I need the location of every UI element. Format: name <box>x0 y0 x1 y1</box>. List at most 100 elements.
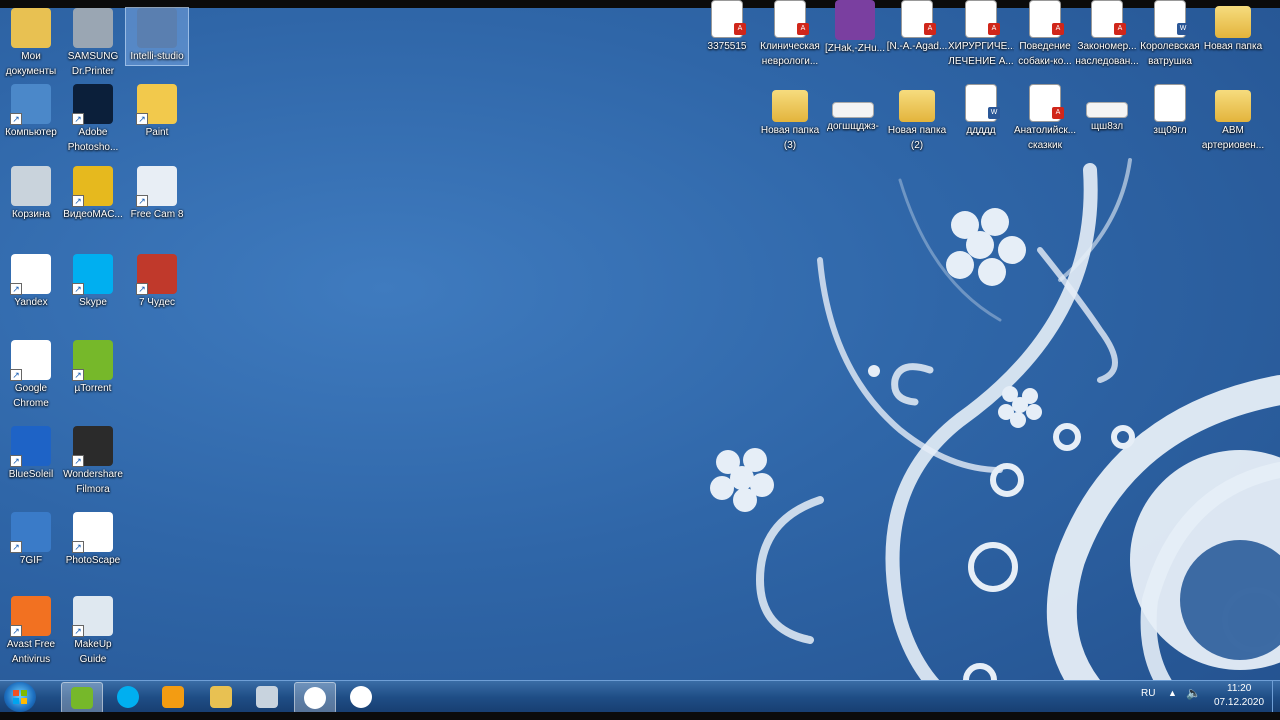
desktop-icon-label: Королевская <box>1140 41 1200 52</box>
chrome-taskbar-icon <box>350 686 372 708</box>
desktop-file-icon[interactable]: Новая папка (3) <box>757 84 823 152</box>
taskbar-button[interactable] <box>294 682 336 714</box>
desktop-icon[interactable]: ↗ 7GIF <box>0 512 62 569</box>
show-desktop-button[interactable] <box>1272 681 1280 713</box>
desktop-file-icon[interactable]: A Поведение собаки-ко... <box>1012 0 1078 68</box>
shortcut-arrow-icon: ↗ <box>10 283 22 295</box>
desktop-icon-label: Анатолийск... <box>1013 125 1077 136</box>
photoscape-icon: ↗ <box>72 512 113 553</box>
desktop-file-icon[interactable]: A Клиническая неврологи... <box>757 0 823 68</box>
desktop-icon-label-line2: Guide <box>79 654 107 665</box>
taskbar-button[interactable] <box>153 682 193 712</box>
desktop-file-icon[interactable]: A Анатолийск... сказкик <box>1012 84 1078 152</box>
desktop-icon-label: Intelli-studio <box>130 51 184 62</box>
bluetooth-icon: ↗ <box>10 426 51 467</box>
pdf-badge-icon: A <box>988 23 1000 35</box>
desktop-icon[interactable]: Корзина <box>0 166 62 223</box>
explorer-taskbar-icon <box>210 686 232 708</box>
shortcut-arrow-icon: ↗ <box>136 283 148 295</box>
desktop-icon-label: ддддд <box>966 125 996 136</box>
desktop-icon-label: Закономер... <box>1077 41 1137 52</box>
desktop-file-icon[interactable]: A Закономер... наследован... <box>1074 0 1140 68</box>
desktop-file-icon[interactable]: Новая папка (2) <box>884 84 950 152</box>
clock-date[interactable]: 07.12.2020 <box>1214 697 1264 708</box>
desktop-icon[interactable]: Intelli-studio <box>125 7 189 66</box>
desktop-icon[interactable]: ↗ Skype <box>62 254 124 311</box>
desktop-icon[interactable]: ↗ MakeUp Guide <box>62 596 124 666</box>
desktop-icon-label: ВидеоМАС... <box>63 209 123 220</box>
desktop-icon[interactable]: ↗ 7 Чудес <box>126 254 188 311</box>
desktop-icon[interactable]: ↗ Paint <box>126 84 188 141</box>
desktop-file-icon[interactable]: щш8зл <box>1074 84 1140 135</box>
desktop-icon-label: Корзина <box>11 209 51 220</box>
desktop-icon[interactable]: ↗ PhotoScape <box>62 512 124 569</box>
desktop-icon-label: Новая папка <box>1203 41 1263 52</box>
desktop-file-icon[interactable]: W Королевская ватрушка <box>1137 0 1203 68</box>
desktop-file-icon[interactable]: Новая папка <box>1200 0 1266 55</box>
desktop-icon[interactable]: ↗ Adobe Photosho... <box>62 84 124 154</box>
desktop-icon-label: зщ09гл <box>1153 125 1187 136</box>
keyboard-taskbar-icon <box>256 686 278 708</box>
paint-icon: ↗ <box>136 84 177 125</box>
clock-time[interactable]: 11:20 <box>1227 683 1251 694</box>
skype-icon: ↗ <box>72 254 113 295</box>
desktop-icon[interactable]: ↗ µTorrent <box>62 340 124 397</box>
desktop-icon[interactable]: ↗ ВидеоМАС... <box>62 166 124 223</box>
language-indicator[interactable]: RU <box>1141 688 1155 699</box>
desktop-icon-label-line2: ЛЕЧЕНИЕ А... <box>948 56 1014 67</box>
desktop-icon-label: ХИРУРГИЧЕ... <box>948 41 1014 52</box>
desktop-file-icon[interactable]: A [N.-A.-Agad... <box>884 0 950 55</box>
desktop-icon-label: 3375515 <box>707 41 747 52</box>
pdf-document-icon: A <box>1029 84 1064 122</box>
desktop-icon[interactable]: ↗ Yandex <box>0 254 62 311</box>
shortcut-arrow-icon: ↗ <box>72 195 84 207</box>
desktop-icon-label: Новая папка <box>887 125 947 136</box>
desktop-file-icon[interactable]: зщ09гл <box>1137 84 1203 139</box>
shortcut-arrow-icon: ↗ <box>10 369 22 381</box>
yandex-taskbar-icon <box>304 687 326 709</box>
desktop-icon[interactable]: ↗ Компьютер <box>0 84 62 141</box>
desktop-icon[interactable]: ↗ Avast Free Antivirus <box>0 596 62 666</box>
desktop-file-icon[interactable]: Wддддд <box>948 84 1014 139</box>
start-button[interactable] <box>4 682 36 712</box>
taskbar-button[interactable] <box>341 682 381 712</box>
desktop-icon-label-line2: ватрушка <box>1148 56 1192 67</box>
pdf-badge-icon: A <box>1052 107 1064 119</box>
yandex-browser-icon: ↗ <box>10 254 51 295</box>
volume-icon[interactable]: 🔈 <box>1186 686 1201 700</box>
folder-icon <box>772 90 808 122</box>
pdf-document-icon: A <box>965 0 1000 38</box>
desktop-icon-label: 7GIF <box>19 555 43 566</box>
taskbar-button[interactable] <box>108 682 148 712</box>
shortcut-arrow-icon: ↗ <box>72 283 84 295</box>
desktop[interactable]: Мои документы SAMSUNG Dr.Printer Intelli-stu… <box>0 0 1280 720</box>
folder-docs-icon <box>11 8 51 48</box>
desktop-file-icon[interactable]: A 3375515 <box>694 0 760 55</box>
desktop-file-icon[interactable]: АВМ артериовен... <box>1200 84 1266 152</box>
taskbar-button[interactable] <box>201 682 241 712</box>
desktop-icon[interactable]: ↗ Wondershare Filmora <box>62 426 124 496</box>
shortcut-arrow-icon: ↗ <box>136 113 148 125</box>
desktop-icon[interactable]: ↗ Free Cam 8 <box>126 166 188 223</box>
filmora-icon: ↗ <box>72 426 113 467</box>
desktop-icon-label: BlueSoleil <box>8 469 54 480</box>
desktop-icon[interactable]: ↗ Google Chrome <box>0 340 62 410</box>
avast-icon: ↗ <box>10 596 51 637</box>
desktop-icon-label: [N.-A.-Agad... <box>886 41 948 52</box>
taskbar-button[interactable] <box>247 682 287 712</box>
shortcut-arrow-icon: ↗ <box>72 541 84 553</box>
show-hidden-icons-icon[interactable]: ▲ <box>1168 688 1177 698</box>
desktop-file-icon[interactable]: A ХИРУРГИЧЕ... ЛЕЧЕНИЕ А... <box>948 0 1014 68</box>
desktop-icon[interactable]: ↗ BlueSoleil <box>0 426 62 483</box>
desktop-icon[interactable]: SAMSUNG Dr.Printer <box>62 8 124 78</box>
desktop-icon-label-line2: собаки-ко... <box>1018 56 1072 67</box>
desktop-icon-label: Avast Free <box>6 639 56 650</box>
desktop-file-icon[interactable]: догшщджз- <box>820 84 886 135</box>
pdf-document-icon: A <box>1029 0 1064 38</box>
desktop-icon[interactable]: Мои документы <box>0 8 62 78</box>
chrome-icon: ↗ <box>10 340 51 381</box>
image-file-icon <box>832 102 874 118</box>
desktop-file-icon[interactable]: [ZHak,-ZHu... <box>822 0 888 57</box>
taskbar-button[interactable] <box>61 682 103 714</box>
shortcut-arrow-icon: ↗ <box>136 195 148 207</box>
